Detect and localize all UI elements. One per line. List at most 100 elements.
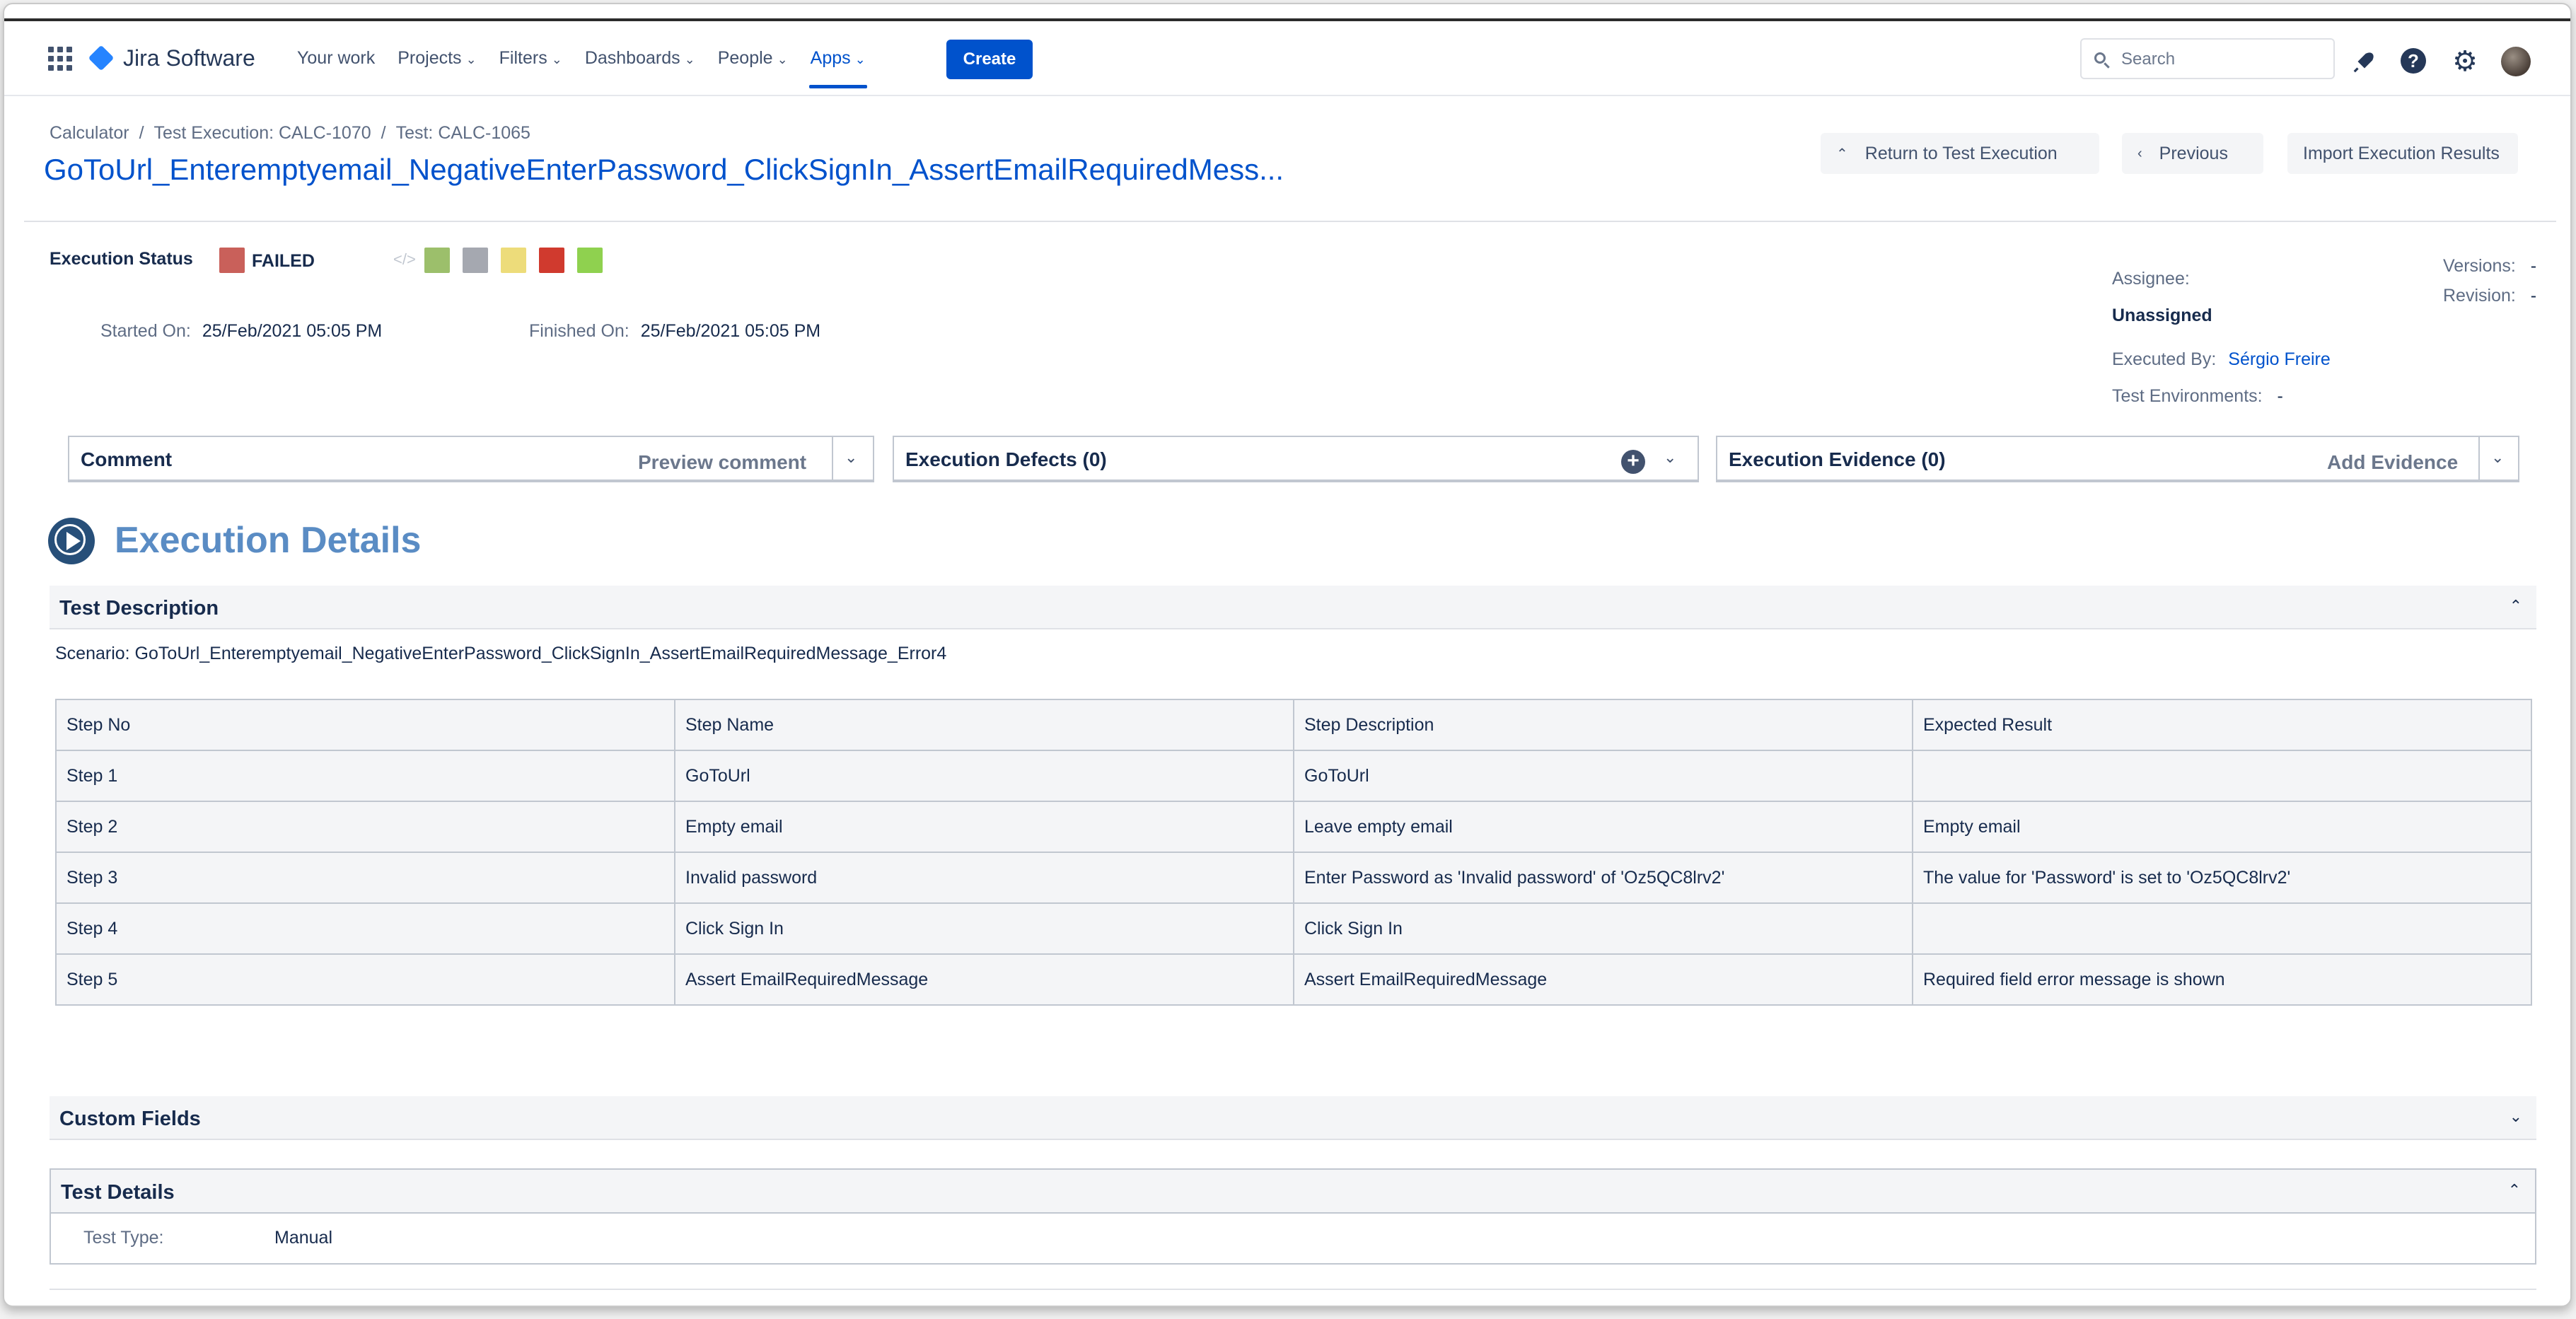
step-status-swatch[interactable] xyxy=(577,248,603,273)
execution-status-label: Execution Status xyxy=(50,249,193,269)
table-cell xyxy=(1912,750,2532,802)
jira-logo[interactable]: Jira Software xyxy=(88,42,255,74)
chevron-down-icon: ⌄ xyxy=(777,52,788,66)
chevron-down-icon[interactable]: ⌄ xyxy=(2510,1108,2522,1126)
chevron-down-icon: ⌄ xyxy=(684,52,695,66)
breadcrumb-project[interactable]: Calculator xyxy=(50,123,129,143)
finished-on: Finished On: 25/Feb/2021 05:05 PM xyxy=(529,321,820,342)
test-description-header[interactable]: Test Description ⌃ xyxy=(50,586,2536,629)
breadcrumb-test-execution[interactable]: Test Execution: CALC-1070 xyxy=(154,123,371,143)
import-execution-results-button[interactable]: Import Execution Results xyxy=(2287,133,2518,174)
gear-icon[interactable]: ⚙ xyxy=(2452,47,2478,76)
breadcrumb-separator: / xyxy=(381,123,386,143)
step-status-swatch[interactable] xyxy=(424,248,450,273)
table-cell: Step 4 xyxy=(55,902,675,955)
custom-fields-header[interactable]: Custom Fields ⌄ xyxy=(50,1096,2536,1140)
table-cell: Required field error message is shown xyxy=(1912,953,2532,1006)
execution-status-value[interactable]: FAILED xyxy=(252,251,315,272)
executed-by-user-link[interactable]: Sérgio Freire xyxy=(2228,349,2331,369)
page-title[interactable]: GoToUrl_Enteremptyemail_NegativeEnterPas… xyxy=(44,153,1284,187)
table-cell: Click Sign In xyxy=(674,902,1294,955)
test-type-label: Test Type: xyxy=(83,1228,164,1248)
comment-title: Comment xyxy=(81,448,173,470)
add-defect-plus-icon[interactable]: + xyxy=(1621,450,1645,474)
execution-evidence-panel[interactable]: Execution Evidence (0) Add Evidence ⌄ xyxy=(1716,436,2519,482)
finished-on-label: Finished On: xyxy=(529,321,630,341)
search-input[interactable]: Search xyxy=(2080,38,2335,79)
table-cell: Step 5 xyxy=(55,953,675,1006)
nav-apps[interactable]: Apps ⌄ xyxy=(808,47,867,88)
chevron-up-icon[interactable]: ⌃ xyxy=(2510,597,2522,615)
breadcrumb-test[interactable]: Test: CALC-1065 xyxy=(396,123,530,143)
comment-panel[interactable]: Comment Preview comment ⌄ xyxy=(68,436,874,482)
nav-label: People xyxy=(717,47,773,68)
versions-label: Versions: xyxy=(2443,256,2516,276)
column-header: Step Name xyxy=(674,699,1294,751)
assignee-value[interactable]: Unassigned xyxy=(2112,306,2212,326)
nav-dashboards[interactable]: Dashboards ⌄ xyxy=(585,48,695,69)
code-icon[interactable]: </> xyxy=(393,250,416,269)
apps-grid-icon[interactable] xyxy=(48,47,72,71)
chevron-down-icon: ⌄ xyxy=(854,52,866,66)
button-label: Import Execution Results xyxy=(2303,143,2500,163)
button-label: Return to Test Execution xyxy=(1864,143,2058,163)
test-details-header[interactable]: Test Details ⌃ xyxy=(51,1170,2535,1214)
nav-label: Projects xyxy=(398,47,462,68)
help-icon[interactable]: ? xyxy=(2401,48,2426,74)
nav-label: Apps xyxy=(810,47,851,68)
execution-defects-panel[interactable]: Execution Defects (0) + ⌄ xyxy=(893,436,1699,482)
step-status-swatch[interactable] xyxy=(539,248,564,273)
test-details-title: Test Details xyxy=(61,1181,175,1204)
nav-filters[interactable]: Filters ⌄ xyxy=(499,48,562,69)
button-label: Previous xyxy=(2159,143,2228,163)
chevron-down-icon: ⌄ xyxy=(465,52,477,66)
chevron-down-icon[interactable]: ⌄ xyxy=(2491,448,2504,467)
test-details-section: Test Details ⌃ Test Type: Manual xyxy=(50,1168,2536,1265)
chevron-up-icon[interactable]: ⌃ xyxy=(2508,1181,2521,1199)
table-cell: Empty email xyxy=(674,801,1294,853)
table-cell: Click Sign In xyxy=(1293,902,1913,955)
table-row: Step 1 GoToUrl GoToUrl xyxy=(55,750,2532,802)
panel-divider xyxy=(2478,437,2480,480)
avatar[interactable] xyxy=(2501,47,2531,76)
table-cell: Invalid password xyxy=(674,852,1294,904)
step-status-swatch[interactable] xyxy=(501,248,526,273)
browser-frame: Jira Software Your work Projects ⌄ Filter… xyxy=(3,3,2572,1307)
started-on-value: 25/Feb/2021 05:05 PM xyxy=(202,321,383,341)
nav-your-work[interactable]: Your work xyxy=(297,48,375,69)
table-header-row: Step No Step Name Step Description Expec… xyxy=(55,699,2532,751)
nav-people[interactable]: People ⌄ xyxy=(718,48,788,69)
table-cell xyxy=(1912,902,2532,955)
nav-projects[interactable]: Projects ⌄ xyxy=(398,48,476,69)
app-root: Jira Software Your work Projects ⌄ Filter… xyxy=(0,0,2576,1319)
panel-divider xyxy=(832,437,833,480)
test-environments-value: - xyxy=(2277,386,2283,406)
status-color-swatch[interactable] xyxy=(219,248,245,273)
step-status-swatch[interactable] xyxy=(463,248,488,273)
table-row: Step 2 Empty email Leave empty email Emp… xyxy=(55,801,2532,853)
table-cell: The value for 'Password' is set to 'Oz5Q… xyxy=(1912,852,2532,904)
chevron-down-icon: ⌄ xyxy=(551,52,562,66)
column-header: Step No xyxy=(55,699,675,751)
scenario-text: Scenario: GoToUrl_Enteremptyemail_Negati… xyxy=(55,644,947,663)
custom-fields-title: Custom Fields xyxy=(59,1108,201,1130)
add-evidence-link[interactable]: Add Evidence xyxy=(2327,451,2458,474)
finished-on-value: 25/Feb/2021 05:05 PM xyxy=(640,321,821,341)
chevron-down-icon[interactable]: ⌄ xyxy=(1664,448,1676,467)
previous-button[interactable]: ‹ Previous xyxy=(2122,133,2263,174)
create-button[interactable]: Create xyxy=(946,40,1033,79)
table-cell: GoToUrl xyxy=(674,750,1294,802)
play-circle-icon xyxy=(48,518,95,564)
nav-label: Filters xyxy=(499,47,547,68)
assignee-label: Assignee: xyxy=(2112,269,2190,289)
main-nav: Your work Projects ⌄ Filters ⌄ Dashboards ⌄… xyxy=(297,42,888,88)
bell-icon[interactable] xyxy=(2351,48,2378,75)
column-header: Expected Result xyxy=(1912,699,2532,751)
versions: Versions: - xyxy=(2443,256,2536,277)
nav-label: Your work xyxy=(297,47,376,68)
return-to-test-execution-button[interactable]: ⌃ Return to Test Execution xyxy=(1821,133,2099,174)
table-row: Step 4 Click Sign In Click Sign In xyxy=(55,902,2532,955)
chevron-down-icon[interactable]: ⌄ xyxy=(845,448,857,467)
preview-comment-link[interactable]: Preview comment xyxy=(638,451,806,474)
table-cell: Step 1 xyxy=(55,750,675,802)
